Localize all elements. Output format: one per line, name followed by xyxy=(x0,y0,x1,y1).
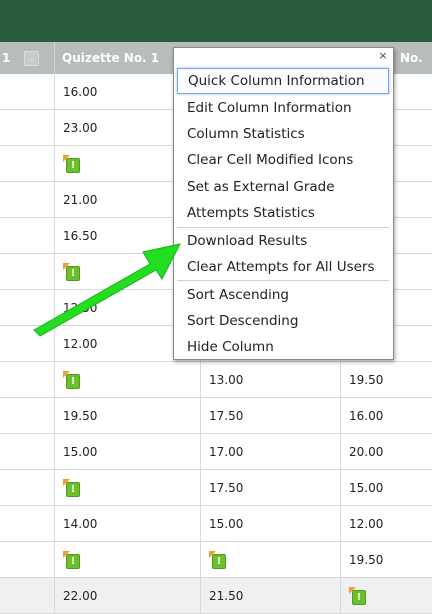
arrow-shape xyxy=(33,243,181,337)
annotation-arrow-icon xyxy=(33,243,181,337)
